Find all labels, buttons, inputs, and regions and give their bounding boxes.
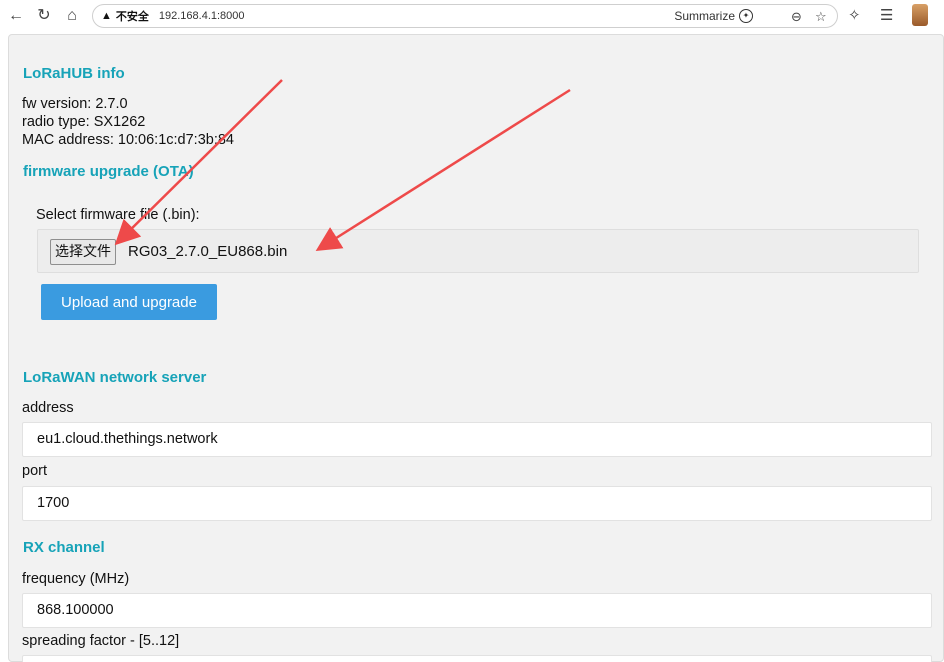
- ai-summarize-icon: ✦: [739, 9, 753, 23]
- spreading-factor-label: spreading factor - [5..12]: [22, 633, 180, 649]
- fw-version-text: fw version: 2.7.0: [22, 96, 128, 112]
- frequency-input[interactable]: 868.100000: [22, 593, 932, 628]
- page-content: LoRaHUB info fw version: 2.7.0 radio typ…: [8, 34, 944, 662]
- address-input[interactable]: eu1.cloud.thethings.network: [22, 422, 932, 457]
- address-label: address: [22, 400, 74, 416]
- choose-file-button[interactable]: 选择文件: [50, 239, 116, 265]
- rx-channel-title: RX channel: [23, 539, 105, 556]
- spreading-factor-input[interactable]: [22, 655, 932, 662]
- bookmark-star-icon[interactable]: ☆: [815, 9, 827, 25]
- home-icon[interactable]: ⌂: [62, 6, 82, 26]
- zoom-out-icon[interactable]: ⊖: [791, 9, 802, 25]
- summarize-label: Summarize: [674, 9, 735, 23]
- firmware-upgrade-title: firmware upgrade (OTA): [23, 163, 194, 180]
- extensions-icon[interactable]: ✧: [848, 6, 861, 24]
- security-label: 不安全: [115, 11, 149, 23]
- lorahub-info-title: LoRaHUB info: [23, 65, 125, 82]
- warning-icon: ▲: [101, 10, 112, 22]
- mac-address-text: MAC address: 10:06:1c:d7:3b:84: [22, 132, 234, 148]
- frequency-label: frequency (MHz): [22, 571, 130, 587]
- summarize-button[interactable]: Summarize ✦: [674, 9, 753, 23]
- port-input[interactable]: 1700: [22, 486, 932, 521]
- address-bar[interactable]: ▲ 不安全 192.168.4.1:8000 Summarize ✦ ⊖ ☆: [92, 4, 838, 28]
- radio-type-text: radio type: SX1262: [22, 114, 146, 130]
- selected-file-name: RG03_2.7.0_EU868.bin: [128, 243, 288, 260]
- select-firmware-label: Select firmware file (.bin):: [36, 207, 200, 223]
- favorites-icon[interactable]: ☰: [880, 6, 893, 24]
- profile-avatar[interactable]: [912, 4, 928, 26]
- upload-upgrade-button[interactable]: Upload and upgrade: [41, 284, 217, 320]
- port-label: port: [22, 463, 47, 479]
- reload-icon[interactable]: ↻: [34, 6, 54, 26]
- file-input-container: 选择文件 RG03_2.7.0_EU868.bin: [37, 229, 919, 273]
- back-arrow-icon[interactable]: ←: [6, 6, 26, 26]
- network-server-title: LoRaWAN network server: [23, 369, 207, 386]
- browser-toolbar: ← ↻ ⌂ ▲ 不安全 192.168.4.1:8000 Summarize ✦…: [0, 0, 944, 32]
- url-text[interactable]: 192.168.4.1:8000: [159, 10, 245, 22]
